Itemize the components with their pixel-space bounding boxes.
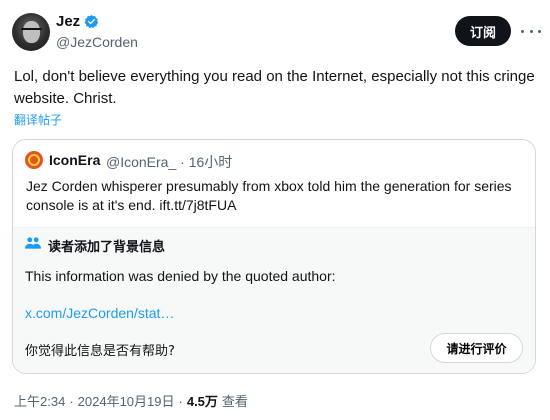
translate-post-link[interactable]: 翻译帖子: [14, 111, 62, 128]
quoted-tweet-text: Jez Corden whisperer presumably from xbo…: [26, 178, 512, 213]
views-label: 查看: [221, 394, 248, 409]
more-options-icon[interactable]: [521, 22, 541, 40]
author-avatar[interactable]: [12, 13, 50, 51]
verified-badge-icon: [84, 14, 99, 29]
avatar-glasses: [21, 28, 42, 35]
community-note-title: 读者添加了背景信息: [48, 240, 166, 255]
tweet-time[interactable]: 上午2:34: [14, 391, 65, 410]
meta-separator: ·: [178, 394, 183, 409]
author-handle[interactable]: @JezCorden: [56, 34, 138, 50]
quoted-account-avatar: [25, 151, 43, 169]
quoted-account-name: IconEra: [49, 152, 101, 168]
community-note-body: This information was denied by the quote…: [25, 268, 336, 284]
quoted-account-handle: @IconEra_ · 16小时: [106, 154, 233, 170]
meta-separator: ·: [69, 394, 74, 409]
community-note-link[interactable]: x.com/JezCorden/stat…: [25, 305, 174, 321]
tweet-date[interactable]: 2024年10月19日: [78, 391, 175, 410]
people-icon: [25, 237, 41, 249]
views-count: 4.5万: [186, 394, 218, 409]
tweet-meta: 上午2:34 · 2024年10月19日 · 4.5万 查看: [14, 391, 248, 410]
helpful-question: 你觉得此信息是否有帮助?: [25, 344, 175, 359]
author-name[interactable]: Jez: [56, 13, 80, 30]
subscribe-button[interactable]: 订阅: [455, 16, 511, 46]
tweet-text: Lol, don't believe everything you read o…: [14, 68, 535, 107]
rate-note-button[interactable]: 请进行评价: [430, 333, 523, 363]
